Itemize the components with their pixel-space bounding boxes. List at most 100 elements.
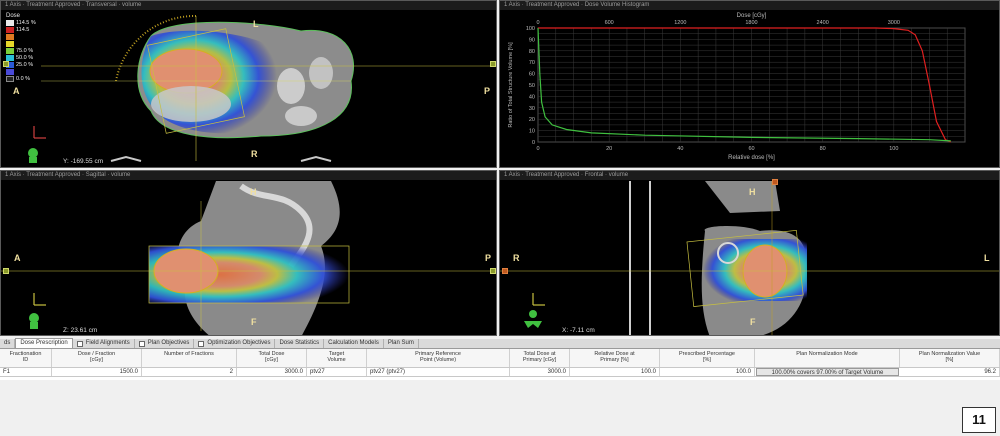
x2-tick-label: 0	[536, 20, 539, 26]
orient-label-left: R	[513, 253, 520, 263]
orient-label-top: H	[749, 187, 756, 197]
dose-volume-histogram[interactable]: 1 Axis · Treatment Approved · Dose Volum…	[499, 0, 1000, 168]
tab-ds[interactable]: ds	[0, 339, 16, 348]
x2-tick-label: 2400	[817, 20, 829, 26]
y-tick-label: 20	[529, 117, 535, 123]
orient-label-left: A	[14, 253, 21, 263]
column-header: Dose / Fraction [cGy]	[52, 349, 142, 367]
y-tick-label: 60	[529, 72, 535, 78]
legend-swatch	[6, 40, 14, 47]
x-tick-label: 20	[606, 146, 612, 152]
tab-plan-sum[interactable]: Plan Sum	[384, 339, 419, 348]
orient-label-top: H	[250, 187, 257, 197]
y-tick-label: 30	[529, 106, 535, 112]
dose-legend-item	[6, 33, 46, 40]
slice-coordinate: Y: -169.55 cm	[63, 158, 104, 165]
y-tick-label: 40	[529, 94, 535, 100]
table-cell[interactable]: 2	[142, 368, 237, 376]
frontal-view[interactable]: 1 Axis · Treatment Approved · Frontal · …	[499, 170, 1000, 336]
slice-coordinate: Z: 23.61 cm	[63, 327, 98, 334]
tab-field-alignments[interactable]: Field Alignments	[73, 339, 135, 348]
y-tick-label: 10	[529, 129, 535, 135]
y-tick-label: 70	[529, 60, 535, 66]
dose-legend-item	[6, 68, 46, 75]
orient-label-bottom: R	[251, 149, 258, 159]
x2-tick-label: 1200	[674, 20, 686, 26]
right-handle[interactable]	[490, 61, 496, 67]
x-tick-label: 0	[536, 146, 539, 152]
table-cell[interactable]: 3000.0	[510, 368, 570, 376]
x2-tick-label: 3000	[888, 20, 900, 26]
slice-coordinate: X: -7.11 cm	[562, 327, 595, 334]
x-tick-label: 40	[677, 146, 683, 152]
dose-legend-item	[6, 40, 46, 47]
orient-label-bottom: F	[251, 317, 257, 327]
table-row[interactable]: F1 1500.0 2 3000.0 ptv27 ptv27 (ptv27) 3…	[0, 368, 1000, 377]
column-header: Prescribed Percentage [%]	[660, 349, 755, 367]
orient-label-right: P	[485, 253, 492, 263]
right-handle[interactable]	[490, 268, 496, 274]
column-header: Total Dose [cGy]	[237, 349, 307, 367]
checkbox[interactable]	[138, 340, 145, 347]
table-header: Fractionation ID Dose / Fraction [cGy] Num…	[0, 349, 1000, 368]
legend-swatch	[6, 68, 14, 75]
table-cell[interactable]: 100.0	[570, 368, 660, 376]
orient-label-right: P	[484, 86, 491, 96]
y-tick-label: 50	[529, 83, 535, 89]
column-header: Fractionation ID	[0, 349, 52, 367]
legend-swatch	[6, 26, 14, 33]
dose-legend-item: 0.0 %	[6, 75, 46, 82]
transverse-view[interactable]: 1 Axis · Treatment Approved · Transversa…	[0, 0, 497, 168]
column-header: Primary Reference Point (Volume)	[367, 349, 510, 367]
tab-calculation-models[interactable]: Calculation Models	[324, 339, 384, 348]
y-tick-label: 90	[529, 37, 535, 43]
legend-swatch	[6, 47, 14, 54]
table-cell[interactable]: 3000.0	[237, 368, 307, 376]
left-handle[interactable]	[3, 61, 9, 67]
column-header: Plan Normalization Mode	[755, 349, 900, 367]
tab-optimization-objectives[interactable]: Optimization Objectives	[194, 339, 276, 348]
orient-label-left: A	[13, 86, 20, 96]
left-handle[interactable]	[3, 268, 9, 274]
prescription-tabs: ds Dose Prescription Field Alignments Pl…	[0, 338, 1000, 349]
tab-plan-objectives[interactable]: Plan Objectives	[135, 339, 195, 348]
table-cell[interactable]: F1	[0, 368, 52, 376]
checkbox[interactable]	[76, 340, 83, 347]
checkbox[interactable]	[198, 340, 205, 347]
x2-axis-label: Dose [cGy]	[737, 13, 767, 19]
column-header: Plan Normalization Value [%]	[900, 349, 1000, 367]
legend-swatch	[6, 33, 14, 40]
top-handle[interactable]	[772, 179, 778, 185]
treatment-planning-window: 1 Axis · Treatment Approved · Transversa…	[0, 0, 1000, 436]
left-handle[interactable]	[502, 268, 508, 274]
table-cell[interactable]: 100.0	[660, 368, 755, 376]
dose-legend: Dose 114.5 % 114.5 75.0 % 50.0 % 25.0 % …	[6, 13, 46, 82]
y-tick-label: 80	[529, 49, 535, 55]
dose-prescription-table: Fractionation ID Dose / Fraction [cGy] Num…	[0, 349, 1000, 380]
table-cell[interactable]: ptv27	[307, 368, 367, 376]
legend-swatch	[6, 54, 14, 61]
dvh-chart: 0 20 40 60 80 1000 600 1200 1800 2400 300001020304…	[508, 13, 966, 161]
x-tick-label: 80	[820, 146, 826, 152]
x-tick-label: 100	[889, 146, 898, 152]
orient-label-bottom: F	[750, 317, 756, 327]
orient-label-top: L	[253, 19, 259, 29]
dose-legend-item: 25.0 %	[6, 61, 46, 68]
tab-dose-statistics[interactable]: Dose Statistics	[275, 339, 325, 348]
table-cell[interactable]: 1500.0	[52, 368, 142, 376]
orient-label-right: L	[984, 253, 990, 263]
dose-legend-item: 75.0 %	[6, 47, 46, 54]
table-cell[interactable]: 96.2	[900, 368, 1000, 376]
transverse-ct-image	[28, 14, 496, 163]
column-header: Number of Fractions	[142, 349, 237, 367]
sagittal-view[interactable]: 1 Axis · Treatment Approved · Sagittal ·…	[0, 170, 497, 336]
table-cell[interactable]: ptv27 (ptv27)	[367, 368, 510, 376]
column-header: Target Volume	[307, 349, 367, 367]
dose-legend-item: 50.0 %	[6, 54, 46, 61]
dose-legend-item: 114.5 %	[6, 19, 46, 26]
tab-dose-prescription[interactable]: Dose Prescription	[15, 338, 73, 348]
x2-tick-label: 600	[605, 20, 614, 26]
legend-swatch	[6, 19, 14, 26]
normalization-mode-button[interactable]: 100.00% covers 97.00% of Target Volume	[756, 368, 899, 376]
dose-legend-item: 114.5	[6, 26, 46, 33]
